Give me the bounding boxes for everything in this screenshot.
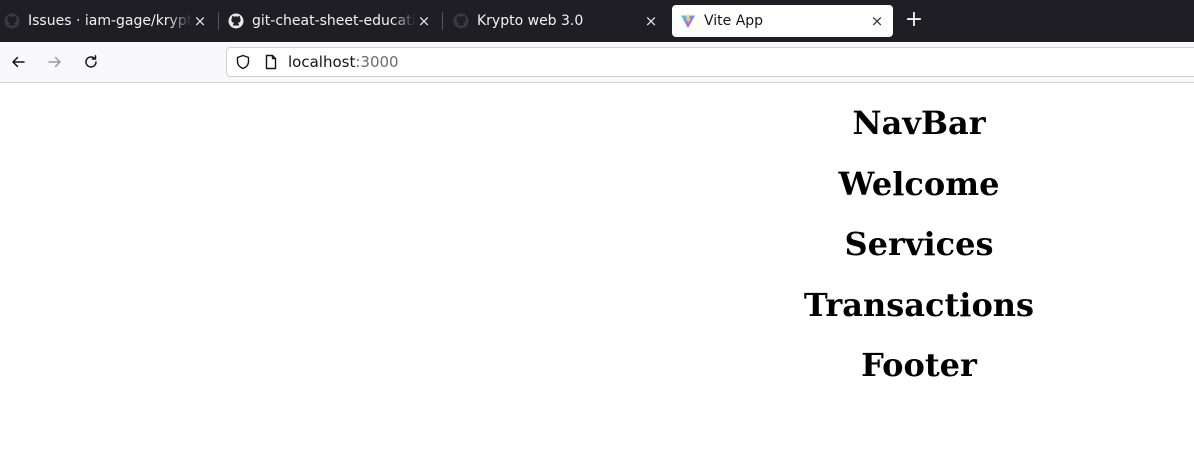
address-bar[interactable]: localhost:3000 (226, 47, 1194, 77)
tab-title: Krypto web 3.0 (477, 13, 584, 29)
tab-strip: Issues · iam-gage/krypto-web3 × git-chea… (0, 0, 1194, 42)
github-icon (4, 13, 20, 29)
github-icon (228, 13, 244, 29)
page-icon[interactable] (263, 54, 279, 70)
forward-button[interactable] (45, 52, 65, 72)
page-content: NavBar Welcome Services Transactions Foo… (0, 83, 1194, 462)
tab-krypto-web[interactable]: Krypto web 3.0 × (453, 0, 665, 42)
tab-issues[interactable]: Issues · iam-gage/krypto-web3 × (4, 0, 214, 42)
reload-button[interactable] (81, 52, 101, 72)
arrow-right-icon (48, 56, 61, 68)
tab-title: git-cheat-sheet-education.pdf (252, 13, 416, 29)
navigation-toolbar: localhost:3000 (0, 42, 1194, 83)
tab-vite-app[interactable]: Vite App × (672, 5, 893, 37)
footer-heading: Footer (861, 346, 977, 384)
close-icon[interactable]: × (416, 12, 432, 30)
url-host: localhost (288, 53, 356, 71)
new-tab-button[interactable]: + (903, 9, 925, 32)
navbar-heading: NavBar (852, 104, 986, 142)
tab-git-cheat-sheet[interactable]: git-cheat-sheet-education.pdf × (228, 0, 438, 42)
vite-icon (680, 13, 696, 29)
transactions-heading: Transactions (803, 286, 1035, 324)
tab-separator (218, 12, 219, 30)
close-icon[interactable]: × (643, 12, 659, 30)
github-icon (453, 13, 469, 29)
close-icon[interactable]: × (869, 12, 885, 30)
tab-title: Issues · iam-gage/krypto-web3 (28, 13, 192, 29)
reload-icon (85, 55, 97, 68)
welcome-heading: Welcome (838, 165, 1000, 203)
shield-icon[interactable] (235, 54, 251, 70)
tab-title: Vite App (704, 13, 764, 29)
url-text[interactable]: localhost:3000 (288, 53, 399, 71)
close-icon[interactable]: × (192, 12, 208, 30)
services-heading: Services (844, 225, 994, 263)
back-button[interactable] (8, 52, 28, 72)
arrow-left-icon (12, 56, 25, 68)
tab-separator (442, 12, 443, 30)
url-port: :3000 (355, 53, 399, 71)
